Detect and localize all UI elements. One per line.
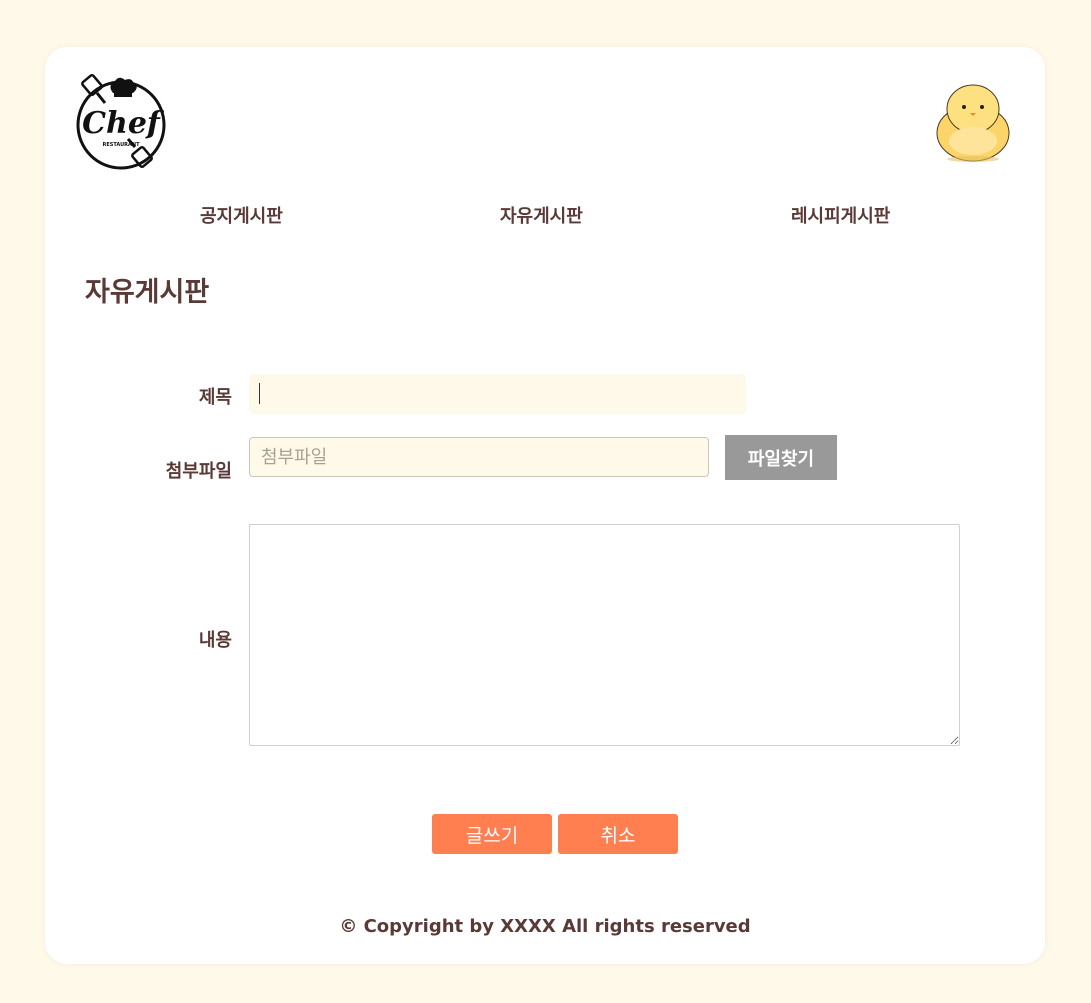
cancel-button[interactable]: 취소	[558, 814, 678, 854]
browse-file-button[interactable]: 파일찾기	[725, 435, 837, 480]
chef-logo-icon[interactable]: Chef RESTAURANT	[73, 73, 169, 171]
write-button[interactable]: 글쓰기	[432, 814, 552, 854]
title-label: 제목	[198, 387, 232, 408]
nav-item-recipe-board[interactable]: 레시피게시판	[791, 202, 890, 228]
nav-item-free-board[interactable]: 자유게시판	[500, 202, 583, 228]
file-label: 첨부파일	[165, 461, 232, 482]
svg-text:Chef: Chef	[82, 106, 165, 141]
svg-text:RESTAURANT: RESTAURANT	[103, 142, 141, 148]
footer-copyright: © Copyright by XXXX All rights reserved	[339, 916, 751, 937]
content-textarea[interactable]	[249, 524, 960, 746]
page-title: 자유게시판	[85, 277, 210, 308]
main-nav: 공지게시판 자유게시판 레시피게시판	[45, 202, 1045, 228]
file-path-input[interactable]	[249, 437, 709, 477]
main-card: Chef RESTAURANT 공지게시판 자유게시판 레시피게시판 자유게시판…	[45, 47, 1045, 964]
title-input[interactable]	[249, 374, 746, 414]
content-label: 내용	[198, 630, 232, 651]
nav-item-notice-board[interactable]: 공지게시판	[200, 202, 283, 228]
chick-mascot-icon[interactable]	[933, 81, 1013, 163]
text-caret	[259, 383, 260, 404]
